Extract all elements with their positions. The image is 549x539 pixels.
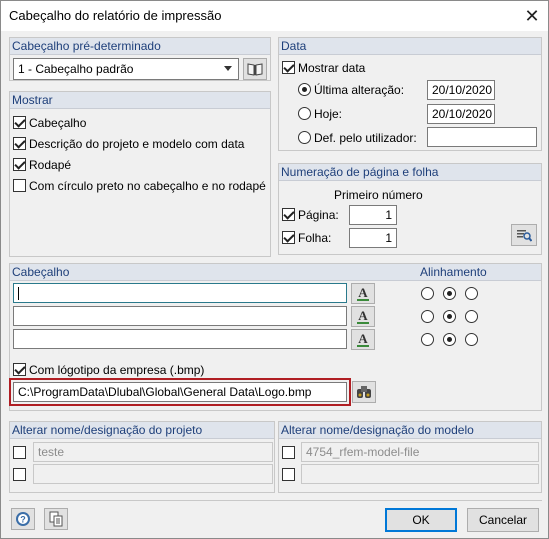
date-last-modified-radio[interactable] [298, 83, 311, 96]
first-number-label: Primeiro número [334, 188, 423, 202]
predefined-header-value: 1 - Cabeçalho padrão [18, 62, 134, 76]
ok-button[interactable]: OK [385, 508, 457, 532]
help-button[interactable]: ? [11, 508, 35, 530]
numbering-details-button[interactable] [511, 224, 537, 246]
show-footer-checkbox[interactable] [13, 158, 26, 171]
title-bar: Cabeçalho do relatório de impressão ✕ [1, 1, 548, 31]
align-line-1-center-radio[interactable] [443, 287, 456, 300]
show-date-label: Mostrar data [298, 61, 366, 75]
library-button[interactable] [243, 58, 267, 80]
date-user-defined-field[interactable] [427, 127, 537, 147]
align-line-2-center-radio[interactable] [443, 310, 456, 323]
show-black-circle-checkbox[interactable] [13, 179, 26, 192]
project-rename-group: Alterar nome/designação do projeto teste [9, 421, 275, 493]
copy-document-icon [49, 511, 63, 527]
numbering-title: Numeração de página e folha [279, 164, 541, 181]
numbering-group: Numeração de página e folha Primeiro núm… [278, 163, 542, 255]
show-title: Mostrar [10, 92, 270, 109]
svg-text:?: ? [20, 515, 26, 525]
sheet-number-checkbox[interactable] [282, 231, 295, 244]
show-date-checkbox[interactable] [282, 61, 295, 74]
show-footer-label: Rodapé [29, 158, 72, 172]
zoom-list-icon [517, 230, 532, 242]
date-group: Data Mostrar data Última alteração: 20/1… [278, 37, 542, 151]
chevron-down-icon [224, 66, 232, 71]
align-line-3-left-radio[interactable] [421, 333, 434, 346]
date-last-modified-field[interactable]: 20/10/2020 [427, 80, 495, 100]
model-rename-group: Alterar nome/designação do modelo 4754_r… [278, 421, 542, 493]
header-title-label: Cabeçalho [12, 265, 70, 279]
show-description-label: Descrição do projeto e modelo com data [29, 137, 245, 151]
model-designation-field[interactable] [301, 464, 539, 484]
show-description-checkbox[interactable] [13, 137, 26, 150]
sheet-number-label: Folha: [298, 231, 332, 245]
date-today-radio[interactable] [298, 107, 311, 120]
align-line-2-right-radio[interactable] [465, 310, 478, 323]
project-name-checkbox[interactable] [13, 446, 26, 459]
sheet-number-field[interactable]: 1 [349, 228, 397, 248]
project-rename-title: Alterar nome/designação do projeto [10, 422, 274, 439]
date-user-defined-label: Def. pelo utilizador: [314, 131, 417, 145]
show-group: Mostrar Cabeçalho Descrição do projeto e… [9, 91, 271, 257]
align-line-1-right-radio[interactable] [465, 287, 478, 300]
cancel-button[interactable]: Cancelar [467, 508, 539, 532]
page-number-checkbox[interactable] [282, 208, 295, 221]
logo-path-field[interactable]: C:\ProgramData\Dlubal\Global\General Dat… [13, 382, 347, 402]
predefined-header-group: Cabeçalho pré-determinado 1 - Cabeçalho … [9, 37, 271, 81]
company-logo-label: Com lógotipo da empresa (.bmp) [29, 363, 205, 377]
company-logo-checkbox[interactable] [13, 363, 26, 376]
date-user-defined-radio[interactable] [298, 131, 311, 144]
date-today-field[interactable]: 20/10/2020 [427, 104, 495, 124]
header-line-1[interactable] [13, 283, 347, 303]
align-line-2-left-radio[interactable] [421, 310, 434, 323]
binoculars-icon [357, 386, 371, 398]
align-line-1-left-radio[interactable] [421, 287, 434, 300]
show-header-checkbox[interactable] [13, 116, 26, 129]
page-number-label: Página: [298, 208, 339, 222]
header-line-3-font-button[interactable]: A [351, 329, 375, 350]
print-header-dialog: Cabeçalho do relatório de impressão ✕ Ca… [0, 0, 549, 539]
svg-text:A: A [358, 309, 368, 323]
model-designation-checkbox[interactable] [282, 468, 295, 481]
help-icon: ? [16, 512, 30, 526]
header-title: Cabeçalho Alinhamento [10, 264, 541, 281]
header-line-2-font-button[interactable]: A [351, 306, 375, 327]
header-line-2[interactable] [13, 306, 347, 326]
align-line-3-right-radio[interactable] [465, 333, 478, 346]
font-icon: A [357, 332, 369, 347]
font-icon: A [357, 309, 369, 324]
predefined-header-select[interactable]: 1 - Cabeçalho padrão [13, 58, 239, 80]
alignment-title: Alinhamento [420, 265, 487, 279]
browse-logo-button[interactable] [352, 381, 376, 403]
font-icon: A [357, 286, 369, 301]
page-number-field[interactable]: 1 [349, 205, 397, 225]
show-black-circle-label: Com círculo preto no cabeçalho e no roda… [29, 179, 266, 193]
header-group: Cabeçalho Alinhamento A A A Com lógotipo… [9, 263, 542, 411]
svg-text:A: A [358, 332, 368, 346]
predefined-header-title: Cabeçalho pré-determinado [10, 38, 270, 55]
date-last-modified-label: Última alteração: [314, 83, 405, 97]
project-name-field[interactable]: teste [33, 442, 273, 462]
window-title: Cabeçalho do relatório de impressão [9, 8, 222, 23]
model-name-checkbox[interactable] [282, 446, 295, 459]
project-designation-field[interactable] [33, 464, 273, 484]
svg-text:A: A [358, 286, 368, 300]
header-line-3[interactable] [13, 329, 347, 349]
date-today-label: Hoje: [314, 107, 343, 121]
show-header-label: Cabeçalho [29, 116, 87, 130]
date-title: Data [279, 38, 541, 55]
book-icon [247, 63, 263, 76]
footer-divider [9, 500, 542, 501]
close-icon[interactable]: ✕ [519, 4, 545, 28]
model-name-field[interactable]: 4754_rfem-model-file [301, 442, 539, 462]
project-designation-checkbox[interactable] [13, 468, 26, 481]
model-rename-title: Alterar nome/designação do modelo [279, 422, 541, 439]
header-line-1-font-button[interactable]: A [351, 283, 375, 304]
text-caret [18, 287, 19, 301]
align-line-3-center-radio[interactable] [443, 333, 456, 346]
copy-settings-button[interactable] [44, 508, 68, 530]
